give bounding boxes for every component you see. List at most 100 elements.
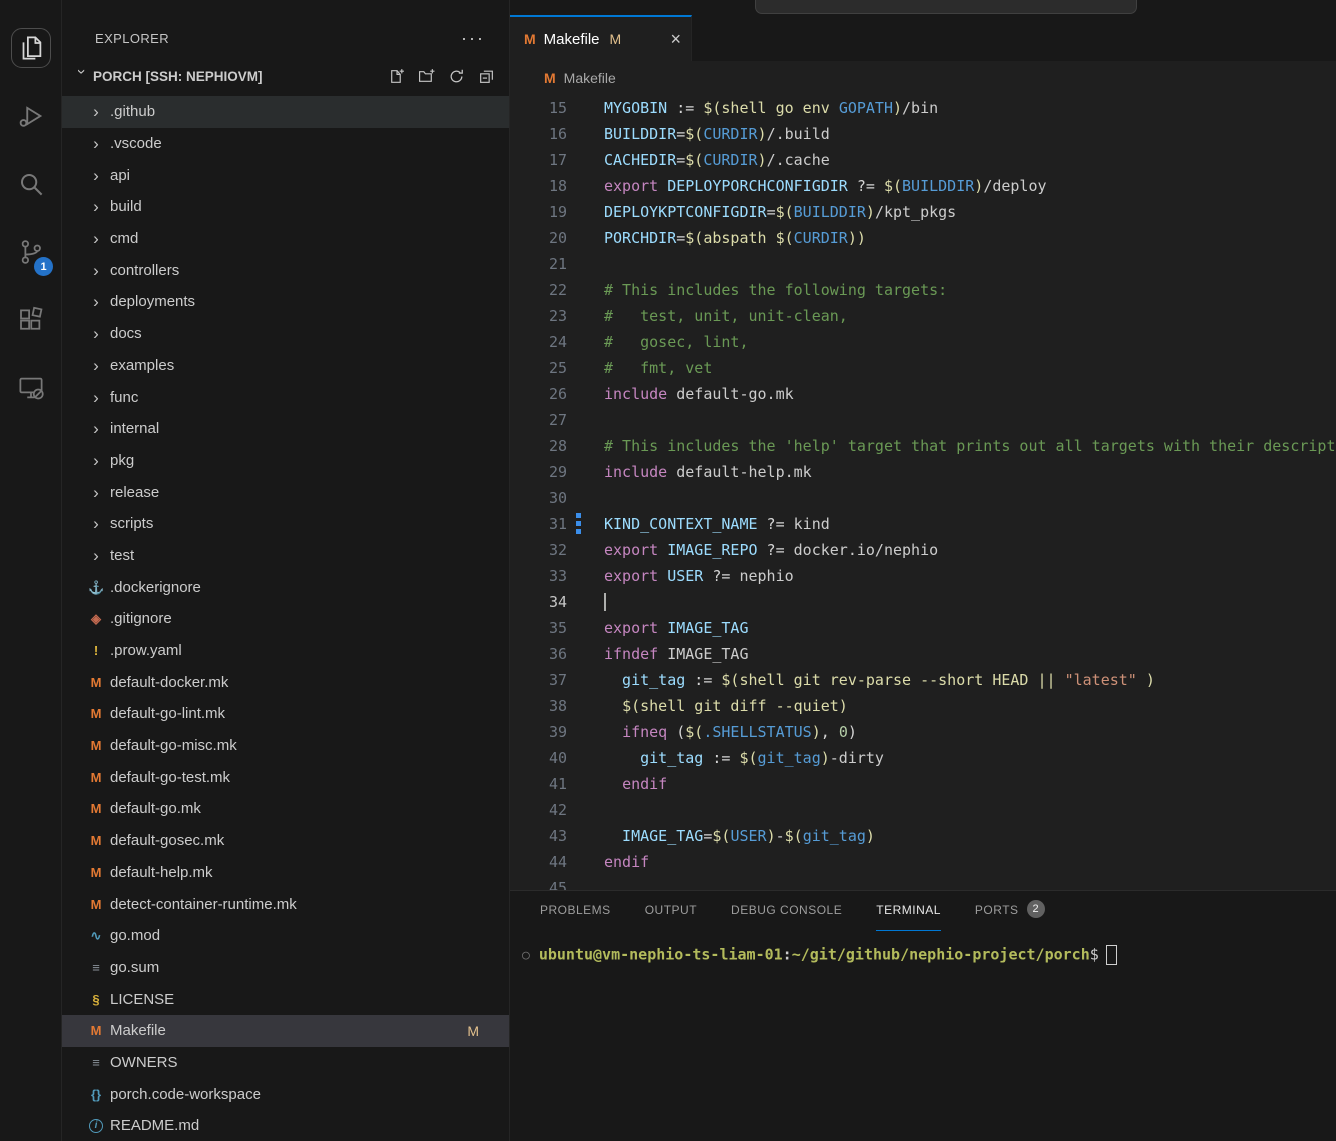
refresh-icon[interactable]: [448, 68, 465, 85]
line-number: 20: [510, 225, 567, 251]
tree-item-deployments[interactable]: ›deployments: [62, 286, 509, 318]
tree-item-api[interactable]: ›api: [62, 159, 509, 191]
tree-item-cmd[interactable]: ›cmd: [62, 223, 509, 255]
prompt-dollar: $: [1090, 946, 1099, 964]
gutter: [567, 433, 604, 459]
activity-run-and-debug[interactable]: [0, 82, 62, 150]
chevron-right-icon: ›: [88, 389, 104, 406]
code-text: export IMAGE_TAG: [604, 615, 1336, 641]
tree-item-test[interactable]: ›test: [62, 540, 509, 572]
line-number: 25: [510, 355, 567, 381]
makefile-icon: M: [88, 834, 104, 847]
tab-bar: M Makefile M ×: [510, 15, 1336, 61]
chevron-right-icon: ›: [88, 103, 104, 120]
panel-tab-ports[interactable]: PORTS2: [975, 903, 1045, 931]
ports-badge: 2: [1027, 900, 1045, 918]
terminal[interactable]: ○ ubuntu@vm-nephio-ts-liam-01:~/git/gith…: [510, 931, 1336, 965]
makefile-icon: M: [88, 676, 104, 689]
tab-makefile[interactable]: M Makefile M ×: [510, 15, 692, 61]
tree-item-func[interactable]: ›func: [62, 381, 509, 413]
code-text: # test, unit, unit-clean,: [604, 303, 1336, 329]
gutter: [567, 849, 604, 875]
activity-extensions[interactable]: [0, 286, 62, 354]
tree-item-.vscode[interactable]: ›.vscode: [62, 128, 509, 160]
item-label: .dockerignore: [110, 579, 201, 596]
gutter: [567, 277, 604, 303]
more-actions-icon[interactable]: ···: [461, 33, 485, 43]
panel-tab-problems[interactable]: PROBLEMS: [540, 903, 611, 931]
workspace-icon: {}: [88, 1088, 104, 1101]
tree-item-default-go-test.mk[interactable]: Mdefault-go-test.mk: [62, 761, 509, 793]
code-line-41: 41 endif: [510, 771, 1336, 797]
tab-label: Makefile: [544, 31, 600, 48]
tree-item-porch.code-workspace[interactable]: {}porch.code-workspace: [62, 1078, 509, 1110]
gutter: [567, 485, 604, 511]
code-text: [604, 589, 1336, 615]
breadcrumb[interactable]: M Makefile: [510, 61, 1336, 95]
tree-item-scripts[interactable]: ›scripts: [62, 508, 509, 540]
code-text: include default-help.mk: [604, 459, 1336, 485]
git-icon: ◈: [88, 612, 104, 625]
gutter: [567, 121, 604, 147]
tree-item-go.sum[interactable]: ≡go.sum: [62, 952, 509, 984]
tree-item-.dockerignore[interactable]: ⚓.dockerignore: [62, 571, 509, 603]
activity-explorer[interactable]: [0, 14, 62, 82]
tree-item-build[interactable]: ›build: [62, 191, 509, 223]
code-text: # fmt, vet: [604, 355, 1336, 381]
tree-item-detect-container-runtime.mk[interactable]: Mdetect-container-runtime.mk: [62, 888, 509, 920]
tree-item-default-help.mk[interactable]: Mdefault-help.mk: [62, 857, 509, 889]
item-label: README.md: [110, 1117, 199, 1134]
gutter: [567, 641, 604, 667]
makefile-icon: M: [88, 802, 104, 815]
tree-item-go.mod[interactable]: ∿go.mod: [62, 920, 509, 952]
tree-item-docs[interactable]: ›docs: [62, 318, 509, 350]
code-line-30: 30: [510, 485, 1336, 511]
code-text: [604, 797, 1336, 823]
code-editor[interactable]: 15MYGOBIN := $(shell go env GOPATH)/bin1…: [510, 95, 1336, 890]
code-text: IMAGE_TAG=$(USER)-$(git_tag): [604, 823, 1336, 849]
code-text: BUILDDIR=$(CURDIR)/.build: [604, 121, 1336, 147]
tree-item-examples[interactable]: ›examples: [62, 350, 509, 382]
sidebar-header: EXPLORER ···: [62, 0, 509, 56]
line-number: 38: [510, 693, 567, 719]
extensions-icon: [16, 305, 46, 335]
tree-item-default-go-misc.mk[interactable]: Mdefault-go-misc.mk: [62, 730, 509, 762]
tree-item-Makefile[interactable]: MMakefileM: [62, 1015, 509, 1047]
tree-item-default-gosec.mk[interactable]: Mdefault-gosec.mk: [62, 825, 509, 857]
new-folder-icon[interactable]: [418, 68, 435, 85]
code-line-31: 31KIND_CONTEXT_NAME ?= kind: [510, 511, 1336, 537]
new-file-icon[interactable]: [388, 68, 405, 85]
collapse-all-icon[interactable]: [478, 68, 495, 85]
line-number: 26: [510, 381, 567, 407]
command-decoration-icon[interactable]: ○: [522, 948, 530, 963]
code-text: [604, 251, 1336, 277]
tree-item-.prow.yaml[interactable]: !.prow.yaml: [62, 635, 509, 667]
code-line-17: 17CACHEDIR=$(CURDIR)/.cache: [510, 147, 1336, 173]
panel-tab-terminal[interactable]: TERMINAL: [876, 903, 941, 931]
tree-item-pkg[interactable]: ›pkg: [62, 445, 509, 477]
line-number: 28: [510, 433, 567, 459]
command-center[interactable]: [755, 0, 1137, 14]
tree-item-default-docker.mk[interactable]: Mdefault-docker.mk: [62, 666, 509, 698]
tree-item-.gitignore[interactable]: ◈.gitignore: [62, 603, 509, 635]
tree-item-internal[interactable]: ›internal: [62, 413, 509, 445]
panel-tab-debug-console[interactable]: DEBUG CONSOLE: [731, 903, 842, 931]
activity-remote-explorer[interactable]: [0, 354, 62, 422]
tree-item-controllers[interactable]: ›controllers: [62, 254, 509, 286]
tree-item-LICENSE[interactable]: §LICENSE: [62, 983, 509, 1015]
code-line-34: 34: [510, 589, 1336, 615]
tree-item-README.md[interactable]: i README.md: [62, 1110, 509, 1141]
gutter: [567, 667, 604, 693]
tree-item-release[interactable]: ›release: [62, 476, 509, 508]
tree-item-.github[interactable]: ›.github: [62, 96, 509, 128]
tree-item-OWNERS[interactable]: ≡OWNERS: [62, 1047, 509, 1079]
close-icon[interactable]: ×: [670, 30, 681, 48]
remote-explorer-icon: [16, 373, 46, 403]
tree-item-default-go-lint.mk[interactable]: Mdefault-go-lint.mk: [62, 698, 509, 730]
activity-source-control[interactable]: 1: [0, 218, 62, 286]
section-header-porch[interactable]: › PORCH [SSH: NEPHIOVM]: [62, 56, 509, 96]
activity-search[interactable]: [0, 150, 62, 218]
info-icon: i: [89, 1119, 103, 1133]
tree-item-default-go.mk[interactable]: Mdefault-go.mk: [62, 793, 509, 825]
panel-tab-output[interactable]: OUTPUT: [645, 903, 697, 931]
